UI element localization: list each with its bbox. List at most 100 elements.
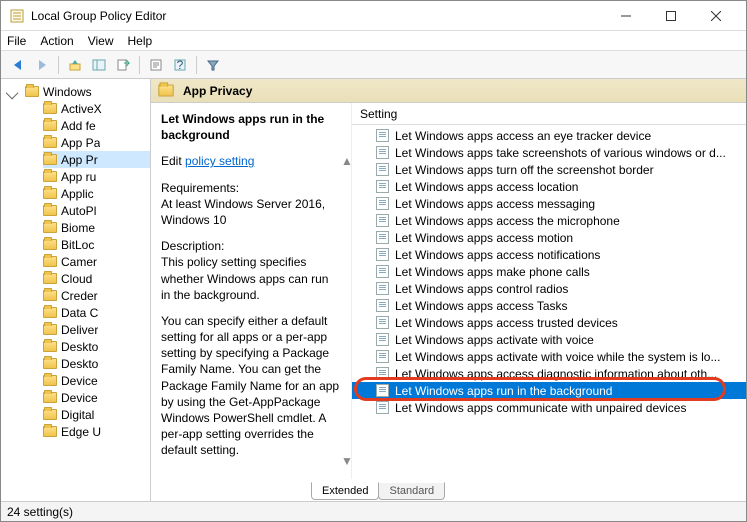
tree-item[interactable]: Cloud xyxy=(43,270,150,287)
tree-item[interactable]: Device xyxy=(43,372,150,389)
back-button[interactable] xyxy=(7,54,29,76)
setting-row[interactable]: Let Windows apps make phone calls xyxy=(352,263,746,280)
setting-row[interactable]: Let Windows apps activate with voice xyxy=(352,331,746,348)
help-button[interactable]: ? xyxy=(169,54,191,76)
tree-item-label: Device xyxy=(61,391,98,405)
edit-policy-link[interactable]: policy setting xyxy=(185,154,254,168)
setting-row[interactable]: Let Windows apps access motion xyxy=(352,229,746,246)
setting-row[interactable]: Let Windows apps turn off the screenshot… xyxy=(352,161,746,178)
status-bar: 24 setting(s) xyxy=(1,501,746,521)
tree-item-label: Digital xyxy=(61,408,94,422)
setting-label: Let Windows apps communicate with unpair… xyxy=(395,401,686,415)
setting-row[interactable]: Let Windows apps access diagnostic infor… xyxy=(352,365,746,382)
setting-row[interactable]: Let Windows apps run in the background xyxy=(352,382,746,399)
setting-row[interactable]: Let Windows apps access location xyxy=(352,178,746,195)
detail-pane: Let Windows apps run in the background E… xyxy=(151,103,351,479)
setting-row[interactable]: Let Windows apps activate with voice whi… xyxy=(352,348,746,365)
tree-root-label: Windows xyxy=(43,85,92,99)
folder-icon xyxy=(43,120,57,131)
tree-root-node[interactable]: Windows xyxy=(25,83,150,100)
filter-button[interactable] xyxy=(202,54,224,76)
description-text: This policy setting specifies whether Wi… xyxy=(161,255,328,301)
policy-icon xyxy=(376,316,389,329)
properties-button[interactable] xyxy=(145,54,167,76)
tree-item[interactable]: Biome xyxy=(43,219,150,236)
menu-view[interactable]: View xyxy=(88,34,114,48)
export-button[interactable] xyxy=(112,54,134,76)
folder-icon xyxy=(43,103,57,114)
category-header: App Privacy xyxy=(151,79,746,103)
settings-list[interactable]: Let Windows apps access an eye tracker d… xyxy=(352,125,746,479)
setting-row[interactable]: Let Windows apps control radios xyxy=(352,280,746,297)
policy-icon xyxy=(376,350,389,363)
tree-item[interactable]: App Pr xyxy=(43,151,150,168)
tree-item-label: Deskto xyxy=(61,340,98,354)
policy-icon xyxy=(376,248,389,261)
tree-item[interactable]: Data C xyxy=(43,304,150,321)
folder-icon xyxy=(43,324,57,335)
menu-action[interactable]: Action xyxy=(40,34,73,48)
setting-label: Let Windows apps take screenshots of var… xyxy=(395,146,726,160)
show-hide-tree-button[interactable] xyxy=(88,54,110,76)
setting-row[interactable]: Let Windows apps access the microphone xyxy=(352,212,746,229)
tree-item[interactable]: App Pa xyxy=(43,134,150,151)
tree-item[interactable]: Device xyxy=(43,389,150,406)
tree-pane[interactable]: Windows ActiveXAdd feApp PaApp PrApp ruA… xyxy=(1,79,151,501)
setting-row[interactable]: Let Windows apps access an eye tracker d… xyxy=(352,127,746,144)
setting-label: Let Windows apps activate with voice xyxy=(395,333,594,347)
requirements-text: At least Windows Server 2016, Windows 10 xyxy=(161,197,325,227)
tree-item-label: BitLoc xyxy=(61,238,94,252)
setting-row[interactable]: Let Windows apps communicate with unpair… xyxy=(352,399,746,416)
menu-bar: File Action View Help xyxy=(1,31,746,51)
tree-item[interactable]: Creder xyxy=(43,287,150,304)
tab-standard[interactable]: Standard xyxy=(378,482,445,500)
menu-file[interactable]: File xyxy=(7,34,26,48)
tree-item[interactable]: Digital xyxy=(43,406,150,423)
tree-item[interactable]: App ru xyxy=(43,168,150,185)
policy-title: Let Windows apps run in the background xyxy=(161,111,341,143)
setting-label: Let Windows apps access motion xyxy=(395,231,573,245)
tree-item[interactable]: Deskto xyxy=(43,355,150,372)
tree-item[interactable]: Deskto xyxy=(43,338,150,355)
policy-icon xyxy=(376,265,389,278)
toolbar: ? xyxy=(1,51,746,79)
main-area: Windows ActiveXAdd feApp PaApp PrApp ruA… xyxy=(1,79,746,501)
tree-item[interactable]: ActiveX xyxy=(43,100,150,117)
close-button[interactable] xyxy=(693,2,738,30)
tree-item-label: Deliver xyxy=(61,323,98,337)
tree-item[interactable]: Applic xyxy=(43,185,150,202)
tree-item-label: Cloud xyxy=(61,272,92,286)
folder-icon xyxy=(43,239,57,250)
toolbar-separator xyxy=(196,56,197,74)
tree-item[interactable]: Camer xyxy=(43,253,150,270)
folder-icon xyxy=(43,341,57,352)
setting-row[interactable]: Let Windows apps access Tasks xyxy=(352,297,746,314)
up-button[interactable] xyxy=(64,54,86,76)
setting-row[interactable]: Let Windows apps access trusted devices xyxy=(352,314,746,331)
setting-row[interactable]: Let Windows apps take screenshots of var… xyxy=(352,144,746,161)
tab-extended[interactable]: Extended xyxy=(311,482,379,500)
description-text-2: You can specify either a default setting… xyxy=(161,313,341,459)
tree-item[interactable]: Deliver xyxy=(43,321,150,338)
maximize-button[interactable] xyxy=(648,2,693,30)
column-header-setting[interactable]: Setting xyxy=(352,103,746,125)
minimize-button[interactable] xyxy=(603,2,648,30)
tree-item[interactable]: AutoPl xyxy=(43,202,150,219)
policy-icon xyxy=(376,180,389,193)
category-title: App Privacy xyxy=(183,84,252,98)
folder-icon xyxy=(43,375,57,386)
tree-item-label: Data C xyxy=(61,306,98,320)
description-label: Description: xyxy=(161,239,224,253)
tree-item[interactable]: BitLoc xyxy=(43,236,150,253)
tree-item-label: App Pr xyxy=(61,153,98,167)
tree-item[interactable]: Add fe xyxy=(43,117,150,134)
setting-row[interactable]: Let Windows apps access notifications xyxy=(352,246,746,263)
tree-item-label: Biome xyxy=(61,221,95,235)
toolbar-separator xyxy=(139,56,140,74)
forward-button[interactable] xyxy=(31,54,53,76)
folder-icon xyxy=(43,426,57,437)
setting-label: Let Windows apps make phone calls xyxy=(395,265,590,279)
tree-item[interactable]: Edge U xyxy=(43,423,150,440)
setting-row[interactable]: Let Windows apps access messaging xyxy=(352,195,746,212)
menu-help[interactable]: Help xyxy=(128,34,153,48)
